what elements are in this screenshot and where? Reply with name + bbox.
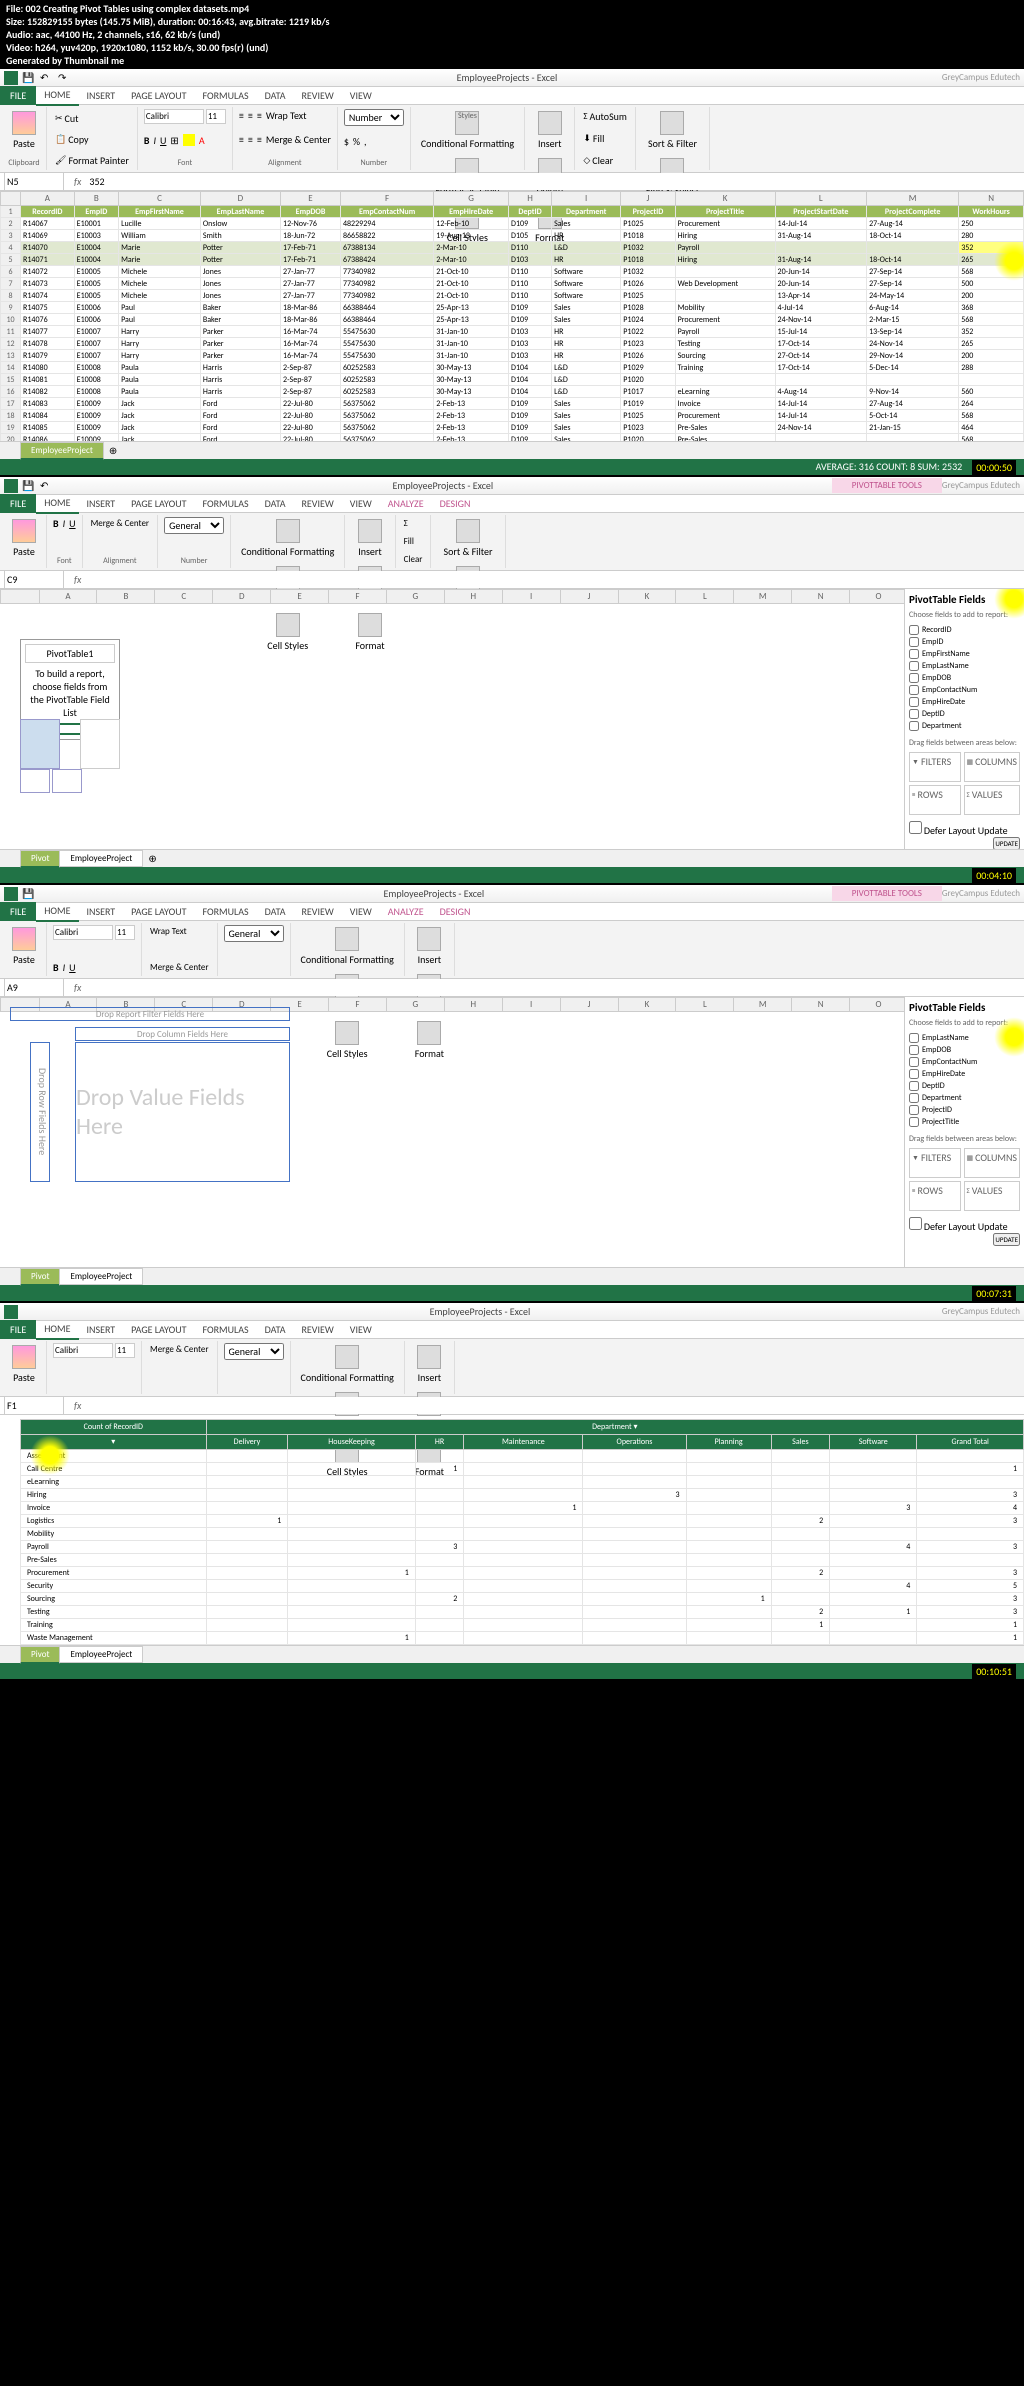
tab-review[interactable]: REVIEW bbox=[293, 86, 341, 105]
pivot-result-table[interactable]: Count of RecordIDDepartment ▾▾DeliveryHo… bbox=[20, 1419, 1024, 1645]
insert-cells-button[interactable]: Insert bbox=[534, 109, 566, 152]
brand: GreyCampus Edutech bbox=[942, 72, 1020, 83]
rows-area[interactable]: ≡ ROWS bbox=[909, 785, 961, 815]
excel-window-3: 💾 EmployeeProjects - Excel PIVOTTABLE TO… bbox=[0, 885, 1024, 1301]
drop-column-zone[interactable]: Drop Column Fields Here bbox=[75, 1027, 290, 1041]
update-button[interactable]: UPDATE bbox=[993, 837, 1020, 849]
filters-area[interactable]: ▼ FILTERS bbox=[909, 752, 961, 782]
pivot-diagram bbox=[20, 719, 120, 799]
drop-value-zone[interactable]: Drop Value Fields Here bbox=[75, 1042, 290, 1182]
comma-icon[interactable]: , bbox=[364, 135, 367, 148]
align-top-icon[interactable]: ≡ bbox=[239, 109, 244, 122]
pivot-field[interactable]: EmpContactNum bbox=[909, 1056, 1020, 1068]
sheet-tab-emp[interactable]: EmployeeProject bbox=[20, 442, 104, 460]
font-name[interactable] bbox=[144, 109, 204, 124]
ribbon-tabs: FILE HOME INSERT PAGE LAYOUT FORMULAS DA… bbox=[0, 87, 1024, 105]
pivot-field[interactable]: EmpHireDate bbox=[909, 1068, 1020, 1080]
number-format[interactable]: Number bbox=[344, 109, 404, 126]
pivot-field[interactable]: EmpDOB bbox=[909, 1044, 1020, 1056]
drop-row-zone[interactable]: Drop Row Fields Here bbox=[30, 1042, 50, 1182]
pivot-field[interactable]: EmpLastName bbox=[909, 660, 1020, 672]
tab-pagelayout[interactable]: PAGE LAYOUT bbox=[123, 86, 194, 105]
status-bar: AVERAGE: 316 COUNT: 8 SUM: 253200:00:50 bbox=[0, 459, 1024, 475]
pivot-field[interactable]: EmpID bbox=[909, 636, 1020, 648]
pivot-field[interactable]: DeptID bbox=[909, 708, 1020, 720]
pivot-field[interactable]: EmpLastName bbox=[909, 1032, 1020, 1044]
values-area[interactable]: Σ VALUES bbox=[964, 785, 1021, 815]
file-info: File: 002 Creating Pivot Tables using co… bbox=[0, 0, 1024, 69]
wrap-text-button[interactable]: Wrap Text bbox=[266, 109, 307, 122]
fill-color-icon[interactable] bbox=[183, 134, 195, 146]
copy-button[interactable]: 📋 Copy bbox=[53, 132, 131, 147]
tab-formulas[interactable]: FORMULAS bbox=[194, 86, 256, 105]
tab-data[interactable]: DATA bbox=[257, 86, 294, 105]
pivot-field[interactable]: DeptID bbox=[909, 1080, 1020, 1092]
new-sheet-icon[interactable]: ⊕ bbox=[103, 444, 123, 457]
bold-button[interactable]: B bbox=[144, 134, 150, 147]
pivot-field[interactable]: RecordID bbox=[909, 624, 1020, 636]
cut-button[interactable]: ✂ Cut bbox=[53, 111, 131, 126]
spreadsheet-grid[interactable]: ABCDEFGHIJKLMN1RecordIDEmpIDEmpFirstName… bbox=[0, 191, 1024, 441]
italic-button[interactable]: I bbox=[153, 134, 156, 147]
tab-home[interactable]: HOME bbox=[36, 85, 78, 106]
font-color-icon[interactable]: A bbox=[199, 134, 205, 147]
merge-button[interactable]: Merge & Center bbox=[266, 133, 331, 146]
excel-window-1: 💾 ↶ ↷ EmployeeProjects - Excel GreyCampu… bbox=[0, 69, 1024, 475]
window-title: EmployeeProjects - Excel bbox=[72, 71, 942, 84]
format-painter-button[interactable]: 🖌 Format Painter bbox=[53, 153, 131, 168]
tab-insert[interactable]: INSERT bbox=[79, 86, 124, 105]
align-mid-icon[interactable]: ≡ bbox=[248, 109, 253, 122]
align-center-icon[interactable]: ≡ bbox=[248, 133, 253, 146]
currency-icon[interactable]: $ bbox=[344, 135, 349, 148]
formula-input[interactable] bbox=[87, 173, 1024, 190]
excel-icon bbox=[4, 71, 18, 85]
excel-window-2: 💾↶ EmployeeProjects - Excel PIVOTTABLE T… bbox=[0, 477, 1024, 883]
pivot-field[interactable]: ProjectID bbox=[909, 1104, 1020, 1116]
excel-window-4: EmployeeProjects - Excel GreyCampus Edut… bbox=[0, 1303, 1024, 1679]
pivot-fields-panel: PivotTable Fields Choose fields to add t… bbox=[904, 589, 1024, 849]
underline-button[interactable]: U bbox=[160, 134, 166, 147]
name-box[interactable] bbox=[4, 172, 64, 191]
fx-icon[interactable]: fx bbox=[68, 175, 87, 188]
title-bar: 💾 ↶ ↷ EmployeeProjects - Excel GreyCampu… bbox=[0, 69, 1024, 87]
pivot-field[interactable]: EmpHireDate bbox=[909, 696, 1020, 708]
undo-icon[interactable]: ↶ bbox=[40, 71, 54, 85]
border-icon[interactable]: ⊞ bbox=[170, 134, 178, 147]
tab-file[interactable]: FILE bbox=[0, 86, 36, 105]
paste-button[interactable]: Paste bbox=[8, 109, 40, 152]
pivot-field[interactable]: Department bbox=[909, 720, 1020, 732]
sheet-tabs: EmployeeProject ⊕ bbox=[0, 441, 1024, 459]
tab-view[interactable]: VIEW bbox=[342, 86, 380, 105]
save-icon[interactable]: 💾 bbox=[22, 71, 36, 85]
timestamp: 00:00:50 bbox=[972, 460, 1016, 475]
ribbon: Paste Clipboard ✂ Cut 📋 Copy 🖌 Format Pa… bbox=[0, 105, 1024, 173]
pivot-field[interactable]: Department bbox=[909, 1092, 1020, 1104]
pivot-field[interactable]: EmpFirstName bbox=[909, 648, 1020, 660]
pivot-field[interactable]: EmpContactNum bbox=[909, 684, 1020, 696]
defer-checkbox[interactable] bbox=[909, 821, 922, 834]
redo-icon[interactable]: ↷ bbox=[58, 71, 72, 85]
pivot-field[interactable]: EmpDOB bbox=[909, 672, 1020, 684]
align-bot-icon[interactable]: ≡ bbox=[257, 109, 262, 122]
autosum-button[interactable]: Σ AutoSum bbox=[581, 109, 629, 124]
align-right-icon[interactable]: ≡ bbox=[257, 133, 262, 146]
fill-button[interactable]: ⬇ Fill bbox=[581, 131, 629, 146]
percent-icon[interactable]: % bbox=[353, 135, 360, 148]
drop-filter-zone[interactable]: Drop Report Filter Fields Here bbox=[10, 1007, 290, 1021]
columns-area[interactable]: ▦ COLUMNS bbox=[964, 752, 1021, 782]
align-left-icon[interactable]: ≡ bbox=[239, 133, 244, 146]
font-size[interactable] bbox=[206, 109, 226, 124]
clear-button[interactable]: ◇ Clear bbox=[581, 153, 629, 168]
pivot-field[interactable]: ProjectTitle bbox=[909, 1116, 1020, 1128]
sort-filter-button[interactable]: Sort & Filter bbox=[644, 109, 701, 152]
formula-bar: fx bbox=[0, 173, 1024, 191]
